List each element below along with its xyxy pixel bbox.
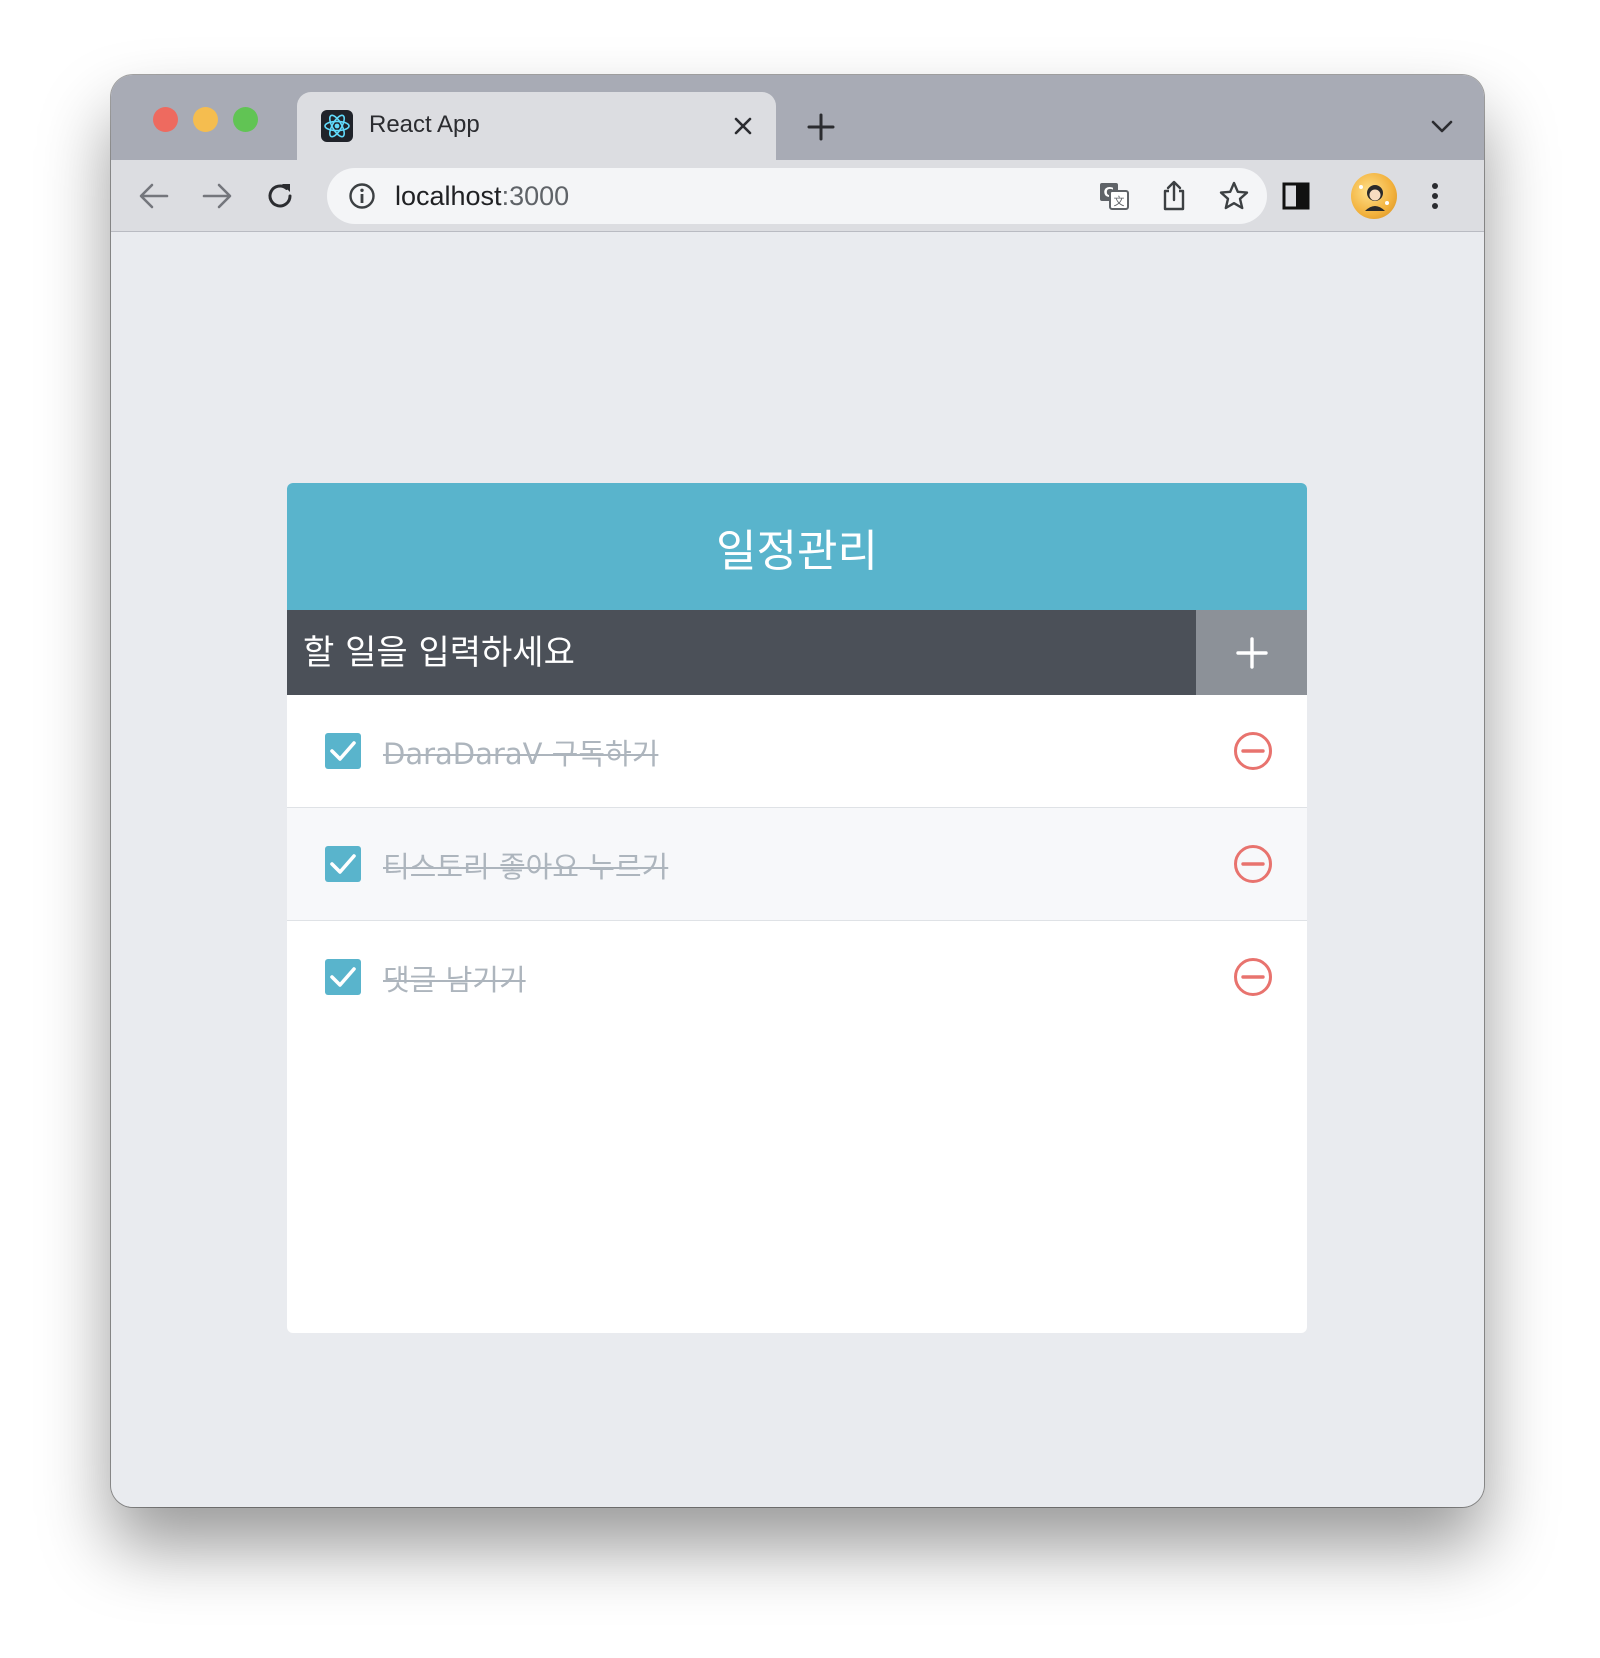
checked-checkbox-icon[interactable] <box>325 846 361 882</box>
url-port: :3000 <box>501 181 570 211</box>
todo-text: DaraDaraV 구독하기 <box>383 737 659 771</box>
tab-strip: React App <box>111 75 1484 160</box>
remove-circle-icon[interactable] <box>1233 844 1273 884</box>
avatar-spacer <box>1347 175 1389 217</box>
react-logo-icon <box>321 110 353 142</box>
todo-item: DaraDaraV 구독하기 <box>287 695 1307 808</box>
todo-item: 티스토리 좋아요 누르기 <box>287 808 1307 921</box>
url-host: localhost <box>395 181 502 211</box>
remove-circle-icon[interactable] <box>1233 731 1273 771</box>
new-tab-icon[interactable] <box>801 107 841 147</box>
side-panel-icon[interactable] <box>1275 175 1317 217</box>
share-icon[interactable] <box>1157 179 1191 213</box>
todo-item: 댓글 남기기 <box>287 921 1307 1034</box>
svg-text:文: 文 <box>1114 194 1125 208</box>
maximize-window-button[interactable] <box>233 107 258 132</box>
checked-checkbox-icon[interactable] <box>325 959 361 995</box>
url-text: localhost:3000 <box>395 181 569 212</box>
todo-insert-form <box>287 610 1307 695</box>
more-menu-icon[interactable] <box>1414 175 1456 217</box>
back-arrow-icon[interactable] <box>133 175 175 217</box>
tab-title: React App <box>369 111 480 138</box>
info-icon[interactable] <box>347 181 377 211</box>
browser-window: React App localhost:3000 文 일정관리 할 일을 입력하… <box>111 75 1484 1507</box>
browser-toolbar: localhost:3000 G 文 <box>111 160 1484 232</box>
chevron-down-icon[interactable] <box>1424 109 1460 145</box>
page-content: 일정관리 DaraDaraV 구독하기 <box>111 233 1484 1507</box>
add-todo-button[interactable] <box>1196 610 1307 695</box>
todo-input[interactable] <box>287 610 1196 695</box>
translate-icon[interactable]: G 文 <box>1097 179 1131 213</box>
todo-text: 티스토리 좋아요 누르기 <box>383 850 669 884</box>
bookmark-star-icon[interactable] <box>1217 179 1251 213</box>
tab-react-app[interactable]: React App <box>297 92 776 160</box>
minimize-window-button[interactable] <box>193 107 218 132</box>
forward-arrow-icon[interactable] <box>196 175 238 217</box>
plus-icon <box>1235 636 1268 669</box>
address-bar[interactable]: localhost:3000 G 文 <box>327 168 1267 224</box>
close-window-button[interactable] <box>153 107 178 132</box>
todo-text: 댓글 남기기 <box>383 963 526 997</box>
remove-circle-icon[interactable] <box>1233 957 1273 997</box>
close-tab-icon[interactable] <box>726 109 760 143</box>
app-title: 일정관리 <box>287 483 1307 610</box>
todo-list: DaraDaraV 구독하기 티스토리 좋아요 누르기 댓글 남기기 <box>287 695 1307 1034</box>
todo-template: 일정관리 DaraDaraV 구독하기 <box>287 483 1307 1333</box>
reload-icon[interactable] <box>259 175 301 217</box>
checked-checkbox-icon[interactable] <box>325 733 361 769</box>
